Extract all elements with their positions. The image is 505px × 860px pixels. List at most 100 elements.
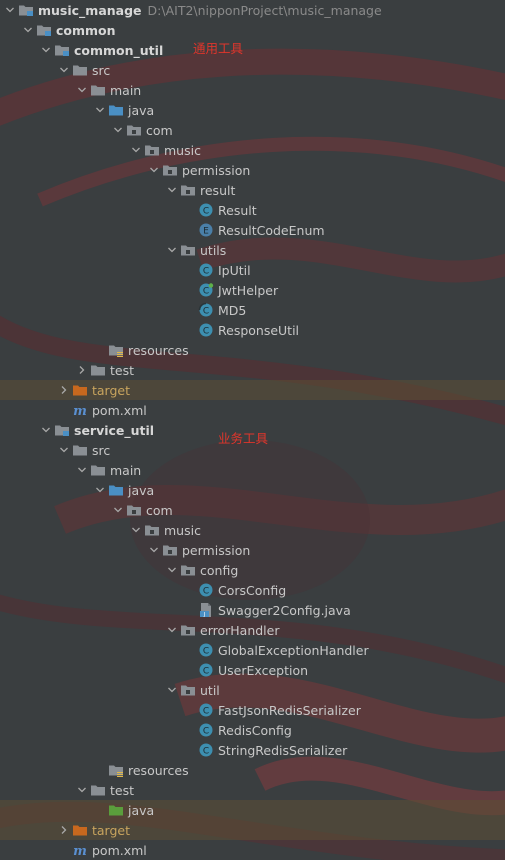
chevron-down-icon[interactable] (74, 780, 90, 800)
tree-row-redisconfig[interactable]: C RedisConfig (0, 720, 505, 740)
tree-row-permission2[interactable]: permission (0, 540, 505, 560)
java-file-icon: J (198, 602, 214, 618)
tree-label: RedisConfig (218, 722, 292, 738)
chevron-down-icon[interactable] (164, 240, 180, 260)
chevron-down-icon[interactable] (110, 120, 126, 140)
tree-row-fastjsonredisserializer[interactable]: C FastJsonRedisSerializer (0, 700, 505, 720)
tree-row-corsconfig[interactable]: C CorsConfig (0, 580, 505, 600)
chevron-down-icon[interactable] (20, 20, 36, 40)
tree-row-utils[interactable]: utils (0, 240, 505, 260)
tree-row-main2[interactable]: main (0, 460, 505, 480)
tree-row-java[interactable]: java (0, 100, 505, 120)
tree-label: music (164, 522, 201, 538)
tree-row-service_util[interactable]: service_util (0, 420, 505, 440)
tree-label: music (164, 142, 201, 158)
chevron-down-icon[interactable] (164, 180, 180, 200)
svg-text:C: C (203, 707, 209, 717)
tree-row-errorhandler[interactable]: errorHandler (0, 620, 505, 640)
tree-row-test[interactable]: test (0, 360, 505, 380)
chevron-down-icon[interactable] (164, 560, 180, 580)
tree-row-md5[interactable]: C MD5 (0, 300, 505, 320)
tree-row-permission[interactable]: permission (0, 160, 505, 180)
tree-row-stringredisserializer[interactable]: C StringRedisSerializer (0, 740, 505, 760)
module-folder-icon (54, 42, 70, 58)
chevron-down-icon[interactable] (164, 620, 180, 640)
chevron-down-icon[interactable] (164, 680, 180, 700)
tree-row-resultcodeenum[interactable]: E ResultCodeEnum (0, 220, 505, 240)
tree-row-resources[interactable]: resources (0, 340, 505, 360)
svg-text:C: C (203, 287, 209, 297)
chevron-right-icon[interactable] (56, 820, 72, 840)
package-icon (180, 242, 196, 258)
svg-text:C: C (203, 647, 209, 657)
package-icon (126, 122, 142, 138)
tree-row-jwthelper[interactable]: C JwtHelper (0, 280, 505, 300)
tree-row-src[interactable]: src (0, 60, 505, 80)
chevron-right-icon[interactable] (56, 380, 72, 400)
chevron-down-icon[interactable] (128, 520, 144, 540)
chevron-down-icon[interactable] (92, 480, 108, 500)
tree-row-target2[interactable]: target (0, 820, 505, 840)
class-icon: C (198, 662, 214, 678)
tree-row-com[interactable]: com (0, 120, 505, 140)
tree-row-test2[interactable]: test (0, 780, 505, 800)
package-icon (180, 562, 196, 578)
chevron-down-icon[interactable] (128, 140, 144, 160)
tree-row-main[interactable]: main (0, 80, 505, 100)
chevron-down-icon[interactable] (146, 160, 162, 180)
chevron-down-icon[interactable] (146, 540, 162, 560)
package-icon (180, 182, 196, 198)
tree-row-result[interactable]: result (0, 180, 505, 200)
chevron-down-icon[interactable] (74, 460, 90, 480)
excluded-folder-icon (72, 822, 88, 838)
svg-text:C: C (203, 207, 209, 217)
tree-row-music_manage[interactable]: music_manage D:\AIT2\nipponProject\music_… (0, 0, 505, 20)
chevron-down-icon[interactable] (92, 100, 108, 120)
tree-row-testjava[interactable]: java (0, 800, 505, 820)
tree-row-com2[interactable]: com (0, 500, 505, 520)
tree-row-music2[interactable]: music (0, 520, 505, 540)
chevron-right-icon[interactable] (74, 360, 90, 380)
class-icon: C (198, 742, 214, 758)
chevron-down-icon[interactable] (56, 60, 72, 80)
chevron-down-icon[interactable] (38, 40, 54, 60)
tree-row-src2[interactable]: src (0, 440, 505, 460)
chevron-down-icon[interactable] (56, 440, 72, 460)
chevron-down-icon[interactable] (2, 0, 18, 20)
tree-row-config[interactable]: config (0, 560, 505, 580)
tree-label: java (128, 802, 155, 818)
tree-row-common[interactable]: common (0, 20, 505, 40)
tree-row-common_util[interactable]: common_util (0, 40, 505, 60)
class-abstract-icon: C (198, 302, 214, 318)
tree-row-globalexceptionhandler[interactable]: C GlobalExceptionHandler (0, 640, 505, 660)
tree-row-swagger2config[interactable]: J Swagger2Config.java (0, 600, 505, 620)
tree-row-target[interactable]: target (0, 380, 505, 400)
tree-label: src (92, 62, 111, 78)
tree-row-util[interactable]: util (0, 680, 505, 700)
tree-row-iputil[interactable]: C IpUtil (0, 260, 505, 280)
folder-icon (90, 362, 106, 378)
tree-label: IpUtil (218, 262, 251, 278)
tree-label: music_manage (38, 2, 142, 18)
tree-row-pom[interactable]: m pom.xml (0, 400, 505, 420)
tree-row-pom2[interactable]: m pom.xml (0, 840, 505, 860)
tree-row-result[interactable]: C Result (0, 200, 505, 220)
chevron-down-icon[interactable] (38, 420, 54, 440)
tree-row-resources2[interactable]: resources (0, 760, 505, 780)
package-icon (144, 522, 160, 538)
folder-icon (72, 442, 88, 458)
package-icon (144, 142, 160, 158)
tree-row-userexception[interactable]: C UserException (0, 660, 505, 680)
tree-label: GlobalExceptionHandler (218, 642, 369, 658)
tree-row-responseutil[interactable]: C ResponseUtil (0, 320, 505, 340)
tree-row-music[interactable]: music (0, 140, 505, 160)
folder-icon (90, 82, 106, 98)
tree-row-java2[interactable]: java (0, 480, 505, 500)
chevron-down-icon[interactable] (74, 80, 90, 100)
svg-text:C: C (203, 747, 209, 757)
chevron-down-icon[interactable] (110, 500, 126, 520)
tree-label: ResponseUtil (218, 322, 300, 338)
